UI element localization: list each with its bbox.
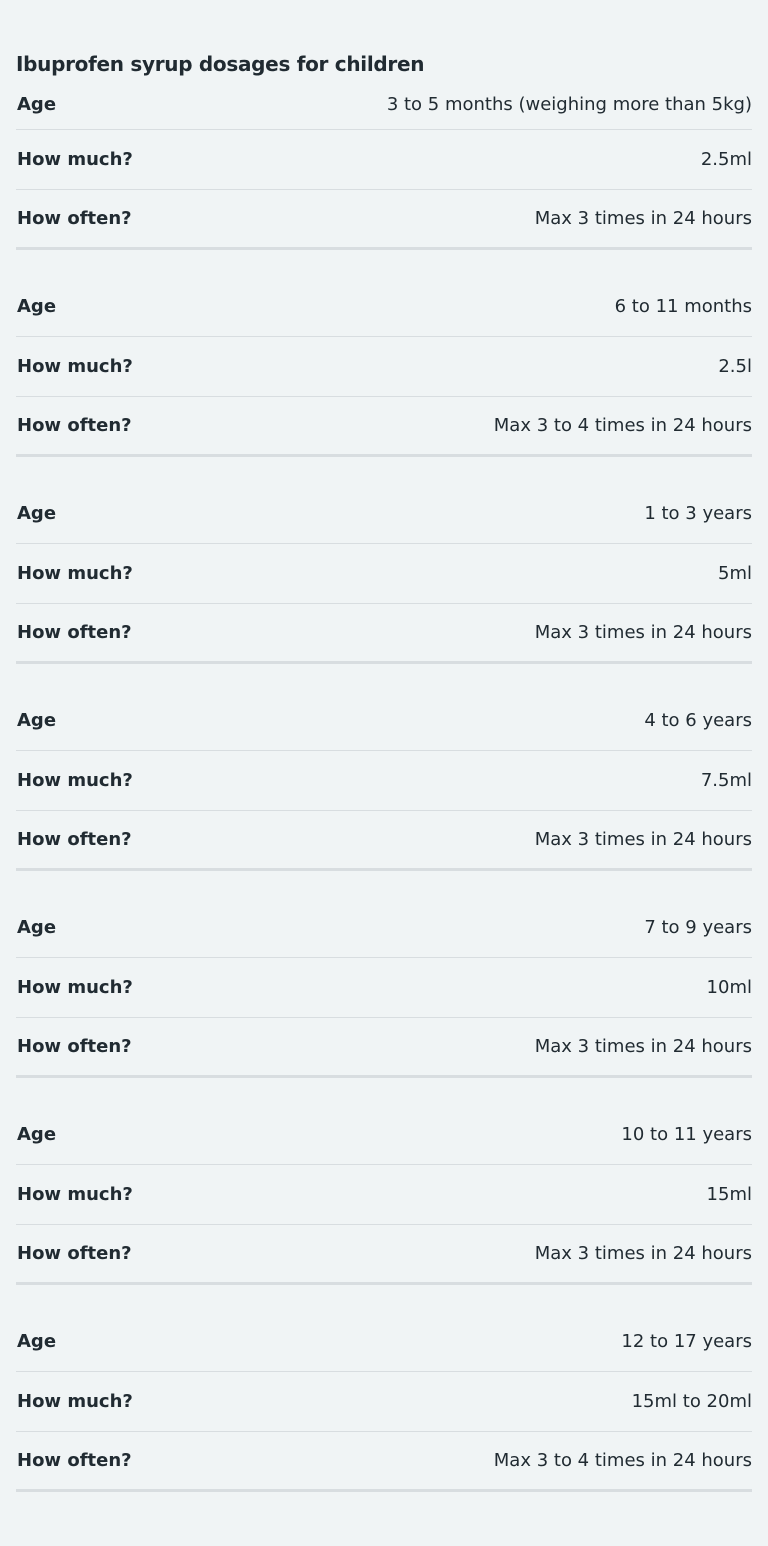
age-label: Age <box>17 710 57 731</box>
how-often-label: How often? <box>17 1036 132 1057</box>
how-often-value: Max 3 times in 24 hours <box>534 622 752 643</box>
dosage-group: Age 3 to 5 months (weighing more than 5k… <box>16 80 752 250</box>
how-often-row: How often? Max 3 times in 24 hours <box>16 811 752 868</box>
age-value: 1 to 3 years <box>644 503 752 524</box>
how-often-label: How often? <box>17 415 132 436</box>
how-much-value: 2.5l <box>718 356 752 377</box>
how-often-label: How often? <box>17 829 132 850</box>
age-row: Age 12 to 17 years <box>16 1312 752 1372</box>
how-much-value: 2.5ml <box>700 149 752 170</box>
how-much-label: How much? <box>17 356 133 377</box>
how-much-value: 10ml <box>706 977 752 998</box>
how-much-row: How much? 5ml <box>16 544 752 604</box>
how-often-row: How often? Max 3 to 4 times in 24 hours <box>16 397 752 454</box>
how-much-value: 5ml <box>718 563 752 584</box>
how-much-value: 15ml to 20ml <box>631 1391 752 1412</box>
age-value: 4 to 6 years <box>644 710 752 731</box>
how-often-value: Max 3 times in 24 hours <box>534 208 752 229</box>
how-often-value: Max 3 to 4 times in 24 hours <box>493 1450 752 1471</box>
age-row: Age 3 to 5 months (weighing more than 5k… <box>16 80 752 130</box>
age-value: 3 to 5 months (weighing more than 5kg) <box>386 94 752 115</box>
how-much-label: How much? <box>17 770 133 791</box>
dosage-group: Age 4 to 6 years How much? 7.5ml How oft… <box>16 691 752 871</box>
how-much-row: How much? 2.5ml <box>16 130 752 190</box>
how-much-value: 7.5ml <box>700 770 752 791</box>
how-often-row: How often? Max 3 times in 24 hours <box>16 1018 752 1075</box>
how-much-row: How much? 15ml <box>16 1165 752 1225</box>
how-much-value: 15ml <box>706 1184 752 1205</box>
how-much-row: How much? 10ml <box>16 958 752 1018</box>
age-label: Age <box>17 296 57 317</box>
age-label: Age <box>17 1124 57 1145</box>
dosage-table: Ibuprofen syrup dosages for children Age… <box>16 0 752 1492</box>
how-much-row: How much? 7.5ml <box>16 751 752 811</box>
how-much-label: How much? <box>17 1391 133 1412</box>
how-often-label: How often? <box>17 1450 132 1471</box>
age-value: 10 to 11 years <box>621 1124 752 1145</box>
dosage-group: Age 12 to 17 years How much? 15ml to 20m… <box>16 1312 752 1492</box>
how-much-label: How much? <box>17 149 133 170</box>
age-value: 6 to 11 months <box>614 296 752 317</box>
dosage-group: Age 10 to 11 years How much? 15ml How of… <box>16 1105 752 1285</box>
how-often-label: How often? <box>17 208 132 229</box>
age-row: Age 4 to 6 years <box>16 691 752 751</box>
dosage-group: Age 6 to 11 months How much? 2.5l How of… <box>16 277 752 457</box>
age-row: Age 6 to 11 months <box>16 277 752 337</box>
how-much-row: How much? 2.5l <box>16 337 752 397</box>
how-often-value: Max 3 times in 24 hours <box>534 1036 752 1057</box>
age-value: 7 to 9 years <box>644 917 752 938</box>
age-row: Age 1 to 3 years <box>16 484 752 544</box>
age-row: Age 10 to 11 years <box>16 1105 752 1165</box>
age-label: Age <box>17 917 57 938</box>
how-often-label: How often? <box>17 1243 132 1264</box>
how-much-label: How much? <box>17 1184 133 1205</box>
dosage-group: Age 7 to 9 years How much? 10ml How ofte… <box>16 898 752 1078</box>
how-often-row: How often? Max 3 times in 24 hours <box>16 604 752 661</box>
how-much-row: How much? 15ml to 20ml <box>16 1372 752 1432</box>
how-often-value: Max 3 times in 24 hours <box>534 829 752 850</box>
age-value: 12 to 17 years <box>621 1331 752 1352</box>
how-often-row: How often? Max 3 times in 24 hours <box>16 190 752 247</box>
how-much-label: How much? <box>17 977 133 998</box>
how-often-row: How often? Max 3 to 4 times in 24 hours <box>16 1432 752 1489</box>
how-often-value: Max 3 times in 24 hours <box>534 1243 752 1264</box>
how-often-label: How often? <box>17 622 132 643</box>
table-caption: Ibuprofen syrup dosages for children <box>16 52 425 76</box>
age-label: Age <box>17 94 57 115</box>
how-often-row: How often? Max 3 times in 24 hours <box>16 1225 752 1282</box>
dosage-group: Age 1 to 3 years How much? 5ml How often… <box>16 484 752 664</box>
age-row: Age 7 to 9 years <box>16 898 752 958</box>
how-much-label: How much? <box>17 563 133 584</box>
age-label: Age <box>17 1331 57 1352</box>
age-label: Age <box>17 503 57 524</box>
how-often-value: Max 3 to 4 times in 24 hours <box>493 415 752 436</box>
